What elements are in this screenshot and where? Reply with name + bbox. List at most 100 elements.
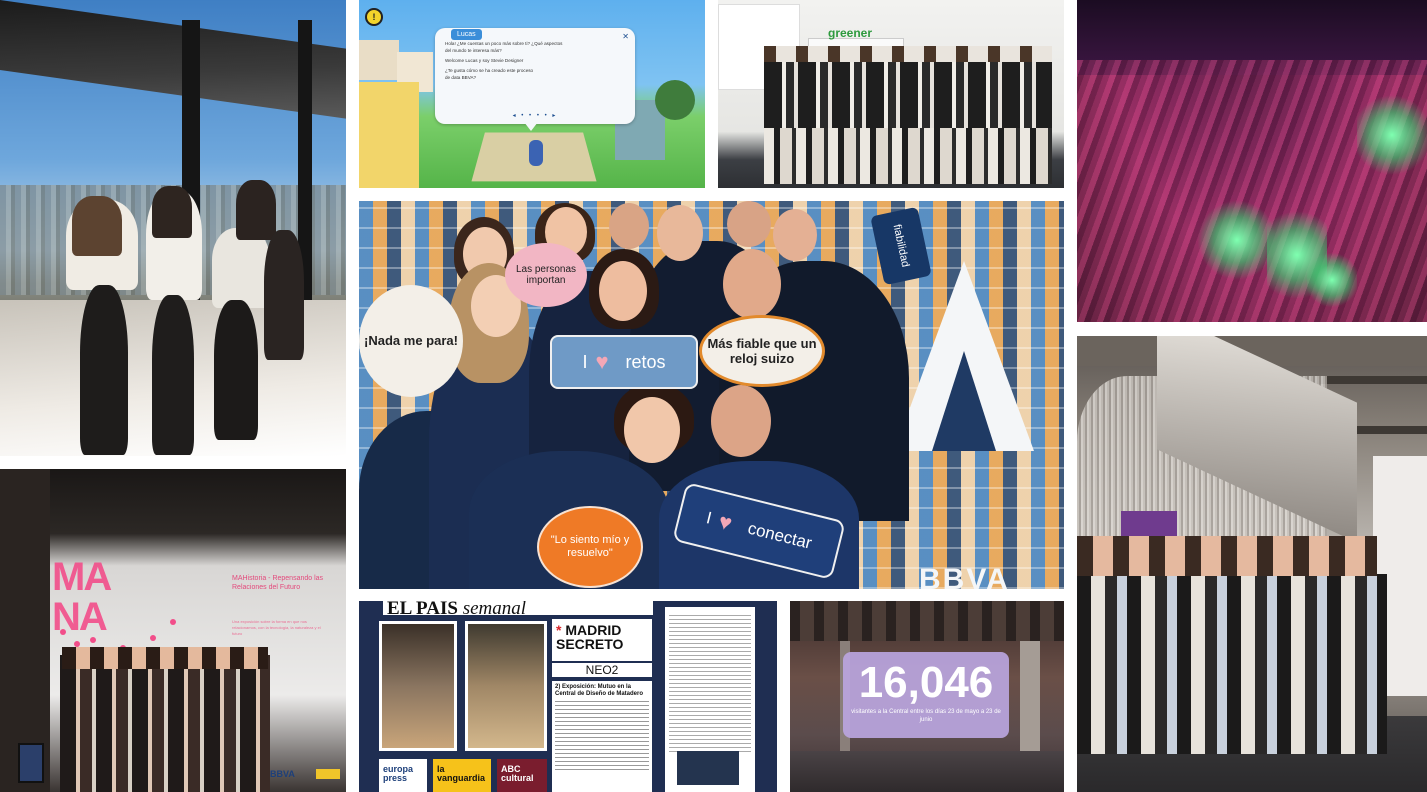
person-hair (152, 186, 192, 238)
exhibition-heading: MAHistoria - Repensando las Relaciones d… (232, 575, 324, 591)
green-light (1357, 90, 1427, 180)
dialog-bubble: Hola! ¿Me cuentas un poco más sobre ti? … (435, 28, 635, 124)
sign-text: Las personas importan (515, 264, 577, 286)
phone (18, 743, 44, 783)
logo-badge (316, 769, 340, 779)
game-logo-icon: ! (365, 8, 383, 26)
group-of-people (60, 655, 270, 792)
sign-text: conectar (745, 518, 814, 553)
face (609, 203, 649, 249)
sign-reloj-suizo: Más fiable que un reloj suizo (699, 315, 825, 387)
dialog-line: de data BBVA? (445, 75, 477, 80)
section-title-line: SECRETO (556, 636, 624, 652)
masthead-name: EL PAÍS (387, 601, 458, 615)
press-logo-abc: ABC cultural (497, 759, 547, 792)
person-hair (72, 196, 122, 256)
person (80, 285, 128, 455)
face (711, 385, 771, 457)
dialog-line: del mundo te interesa más? (445, 48, 502, 53)
pink-dot (170, 619, 176, 625)
photo-bbva-team: BBVA ¡Nada me para! Las personas importa… (359, 201, 1064, 589)
building (359, 82, 419, 188)
group-heads (764, 46, 1052, 62)
sign-text: Más fiable que un reloj suizo (707, 336, 817, 366)
press-logo-europa-press: europa press (379, 759, 427, 792)
sign-text: ¡Nada me para! (364, 333, 458, 348)
visitor-count-photo: 16,046 visitantes a la Central entre los… (790, 601, 1064, 792)
group-of-people (764, 128, 1052, 184)
close-icon[interactable]: ✕ (622, 32, 629, 41)
masthead-section: semanal (462, 601, 527, 615)
photo-collage: ! Hola! ¿Me cuentas un poco más sobre ti… (0, 0, 1427, 792)
game-screenshot: ! Hola! ¿Me cuentas un poco más sobre ti… (359, 0, 705, 188)
newspaper-masthead: EL PAÍS semanal (383, 601, 653, 615)
exhibition-body: Una exposición sobre la forma en que nos… (232, 619, 321, 636)
dialog-tail (524, 122, 538, 131)
group-heads (62, 647, 268, 669)
pink-dot (90, 637, 96, 643)
heart-icon: ♥ (595, 349, 609, 374)
sign-personas-importan: Las personas importan (505, 243, 587, 307)
dialog-line: Welcome Lucas y soy Stevie Designer (445, 58, 524, 63)
visitor-count-caption: visitantes a la Central entre los días 2… (851, 709, 1001, 723)
person (152, 295, 194, 455)
photo-greener-group: greener (718, 0, 1064, 188)
sign-text: fiabilidad (890, 223, 912, 269)
article-photo (379, 621, 457, 751)
sign-text: I (582, 351, 588, 372)
pink-dot (150, 635, 156, 641)
sign-text: I (704, 508, 714, 528)
person (212, 228, 270, 308)
game-character (529, 140, 543, 166)
article-body: 2) Exposición: Mutuo en la Central de Di… (552, 681, 652, 792)
article-photo (465, 621, 547, 751)
photo-silver-installation (1077, 336, 1427, 792)
ceiling (0, 0, 346, 119)
group-of-people (764, 60, 1052, 130)
group-of-people (1077, 574, 1387, 754)
floor (790, 751, 1064, 792)
dialog-line: Hola! ¿Me cuentas un poco más sobre ti? … (445, 41, 563, 46)
visitor-count-badge: 16,046 visitantes a la Central entre los… (843, 652, 1009, 738)
person-hair (236, 180, 276, 240)
face (624, 397, 680, 463)
tv-clip (677, 751, 739, 785)
person (214, 300, 258, 440)
face (723, 249, 781, 319)
visitor-count: 16,046 (858, 658, 994, 707)
article-title: 2) Exposición: Mutuo en la Central de Di… (555, 684, 644, 697)
article-text-lines (555, 701, 649, 771)
dialog-pager[interactable]: ◂ • • • • ▸ (435, 112, 635, 119)
ceiling (790, 601, 1064, 641)
person (264, 230, 304, 360)
face (657, 205, 703, 261)
dialog-line: ¿Te gusta cómo se ha creado este proceso (445, 68, 534, 73)
face (599, 261, 647, 321)
exhibition-title: MA NA (52, 555, 112, 639)
photo-moss-installation (1077, 0, 1427, 322)
green-light (1197, 200, 1277, 280)
press-logo-vanguardia: la vanguardia (433, 759, 491, 792)
sign-i-love-retos: I ♥ retos (550, 335, 698, 389)
character-name-badge: Lucas (451, 29, 482, 40)
sign-text: retos (625, 351, 666, 372)
pink-dot (60, 629, 66, 635)
sign-text: "Lo siento mío y resuelvo" (550, 534, 630, 559)
face (727, 201, 771, 247)
group-heads (1077, 536, 1377, 576)
green-light (1307, 250, 1357, 310)
press-clipping-el-pais: EL PAÍS semanal * MADRID SECRETO NEO2 2)… (359, 601, 777, 792)
article-text-lines (669, 615, 751, 755)
face (773, 209, 817, 261)
section-title: * MADRID SECRETO (552, 619, 652, 661)
building (359, 40, 399, 80)
palm-tree (655, 80, 695, 120)
photo-window-view (0, 0, 346, 456)
sign-nada-me-para: ¡Nada me para! (359, 285, 463, 397)
neo2-label: NEO2 (552, 663, 652, 677)
greener-sign: greener (828, 26, 873, 40)
photo-exhibition-entrance: MA NA MAHistoria - Repensando las Relaci… (0, 469, 346, 792)
heart-icon: ♥ (716, 508, 735, 536)
bbva-logo: BBVA (270, 769, 295, 779)
sign-lo-siento-mio: "Lo siento mío y resuelvo" (537, 506, 643, 588)
